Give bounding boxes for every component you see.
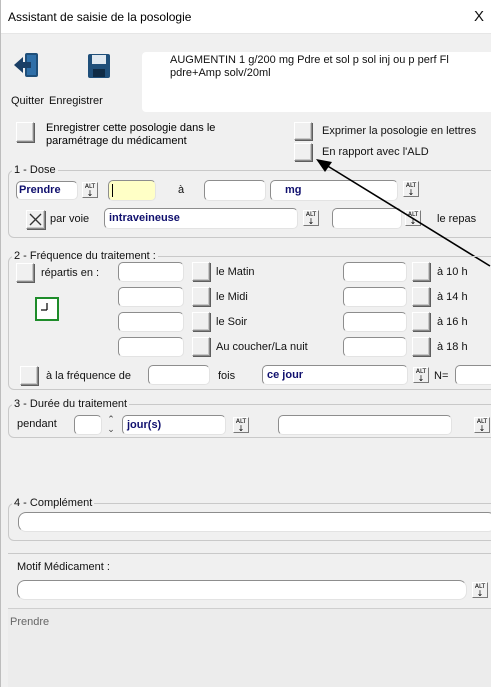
- noon-hour-checkbox[interactable]: [412, 287, 430, 306]
- alt-arrow-icon: ↓: [478, 424, 486, 433]
- duration-spinner[interactable]: ⌃ ⌄: [104, 414, 118, 438]
- duration-extra-alt-button[interactable]: ALT ↓: [474, 417, 490, 433]
- dose-to-label: à: [178, 184, 185, 196]
- medication-name: AUGMENTIN 1 g/200 mg Pdre et sol p sol i…: [170, 54, 449, 79]
- route-checkbox[interactable]: [26, 210, 45, 229]
- route-label: par voie: [50, 213, 90, 225]
- exit-door-arrow-icon: [14, 53, 38, 77]
- frequency-label: à la fréquence de: [46, 370, 132, 382]
- save-button[interactable]: [86, 52, 112, 80]
- motif-label: Motif Médicament :: [17, 561, 110, 573]
- divider: [8, 553, 491, 554]
- save-dosage-checkbox[interactable]: [16, 122, 34, 142]
- preview-text: Prendre: [10, 616, 50, 628]
- save-label-text: Enregistrer: [49, 95, 103, 107]
- duration-unit-alt-button[interactable]: ALT ↓: [233, 417, 249, 433]
- annotation-arrow-icon: [316, 159, 491, 267]
- preview-area: [8, 608, 491, 687]
- alt-arrow-icon: ↓: [237, 424, 245, 433]
- floppy-disk-icon: [88, 54, 110, 78]
- complement-input[interactable]: [18, 512, 491, 532]
- route-value: intraveineuse: [109, 212, 180, 224]
- dose-from-input[interactable]: [108, 180, 156, 201]
- morning-hour-checkbox[interactable]: [412, 262, 430, 281]
- morning-label: le Matin: [216, 266, 255, 278]
- noon-checkbox[interactable]: [192, 287, 210, 306]
- route-combo[interactable]: intraveineuse: [104, 208, 298, 229]
- evening-hour-label: à 16 h: [437, 316, 468, 328]
- night-checkbox[interactable]: [192, 337, 210, 356]
- dose-verb-value: Prendre: [19, 184, 61, 196]
- frequency-checkbox[interactable]: [20, 366, 38, 385]
- morning-qty-input[interactable]: [118, 262, 184, 282]
- noon-label: le Midi: [216, 291, 248, 303]
- dose-section-title: 1 - Dose: [12, 164, 58, 176]
- window-title: Assistant de saisie de la posologie: [8, 10, 192, 24]
- save-label[interactable]: Enregistrer: [49, 95, 103, 107]
- n-input[interactable]: [455, 365, 491, 385]
- spread-checkbox[interactable]: [16, 263, 34, 282]
- dose-verb-combo[interactable]: Prendre: [16, 181, 78, 200]
- express-letters-label: Exprimer la posologie en lettres: [322, 125, 477, 137]
- morning-hour-label: à 10 h: [437, 266, 468, 278]
- evening-hour-checkbox[interactable]: [412, 312, 430, 331]
- period-alt-button[interactable]: ALT ↓: [413, 367, 429, 383]
- n-label: N=: [434, 370, 449, 382]
- period-value: ce jour: [267, 369, 304, 381]
- complement-section-title: 4 - Complément: [12, 497, 95, 509]
- spread-label: répartis en :: [41, 267, 100, 279]
- night-qty-input[interactable]: [118, 337, 184, 357]
- motif-alt-button[interactable]: ALT ↓: [472, 582, 488, 598]
- clock-icon: [41, 303, 48, 311]
- morning-checkbox[interactable]: [192, 262, 210, 281]
- during-label: pendant: [17, 418, 57, 430]
- frequency-section-title: 2 - Fréquence du traitement :: [12, 250, 158, 262]
- checkmark-x-icon: [29, 213, 42, 226]
- evening-checkbox[interactable]: [192, 312, 210, 331]
- spinner-down-icon: ⌄: [107, 424, 115, 434]
- quit-button[interactable]: [12, 50, 42, 80]
- night-hour-checkbox[interactable]: [412, 337, 430, 356]
- quit-label-text: Quitter: [11, 95, 45, 107]
- dose-verb-alt-button[interactable]: ALT ↓: [82, 182, 98, 198]
- duration-unit-value: jour(s): [127, 419, 162, 431]
- duration-unit-combo[interactable]: jour(s): [122, 415, 226, 435]
- motif-input[interactable]: [17, 580, 467, 600]
- frequency-count-input[interactable]: [148, 365, 210, 385]
- evening-label: le Soir: [216, 316, 248, 328]
- morning-time-input[interactable]: [343, 262, 407, 282]
- close-button[interactable]: X: [474, 8, 484, 25]
- alt-arrow-icon: ↓: [417, 374, 425, 383]
- noon-qty-input[interactable]: [118, 287, 184, 307]
- night-time-input[interactable]: [343, 337, 407, 357]
- duration-extra-combo[interactable]: [278, 415, 452, 435]
- spinner-up-icon: ⌃: [107, 414, 115, 424]
- times-label: fois: [218, 370, 236, 382]
- alt-arrow-icon: ↓: [476, 589, 484, 598]
- quit-label[interactable]: Quitter: [11, 95, 44, 107]
- clock-button[interactable]: [35, 297, 59, 321]
- period-combo[interactable]: ce jour: [262, 365, 408, 385]
- noon-hour-label: à 14 h: [437, 291, 468, 303]
- save-dosage-label: Enregistrer cette posologie dans le para…: [46, 122, 216, 147]
- dose-to-input[interactable]: [204, 180, 266, 201]
- alt-arrow-icon: ↓: [86, 189, 94, 198]
- duration-section-title: 3 - Durée du traitement: [12, 398, 130, 410]
- express-letters-checkbox[interactable]: [294, 122, 312, 140]
- noon-time-input[interactable]: [343, 287, 407, 307]
- night-label: Au coucher/La nuit: [216, 341, 308, 353]
- duration-count-input[interactable]: [74, 415, 102, 435]
- evening-time-input[interactable]: [343, 312, 407, 332]
- night-hour-label: à 18 h: [437, 341, 468, 353]
- evening-qty-input[interactable]: [118, 312, 184, 332]
- text-cursor: [112, 184, 113, 197]
